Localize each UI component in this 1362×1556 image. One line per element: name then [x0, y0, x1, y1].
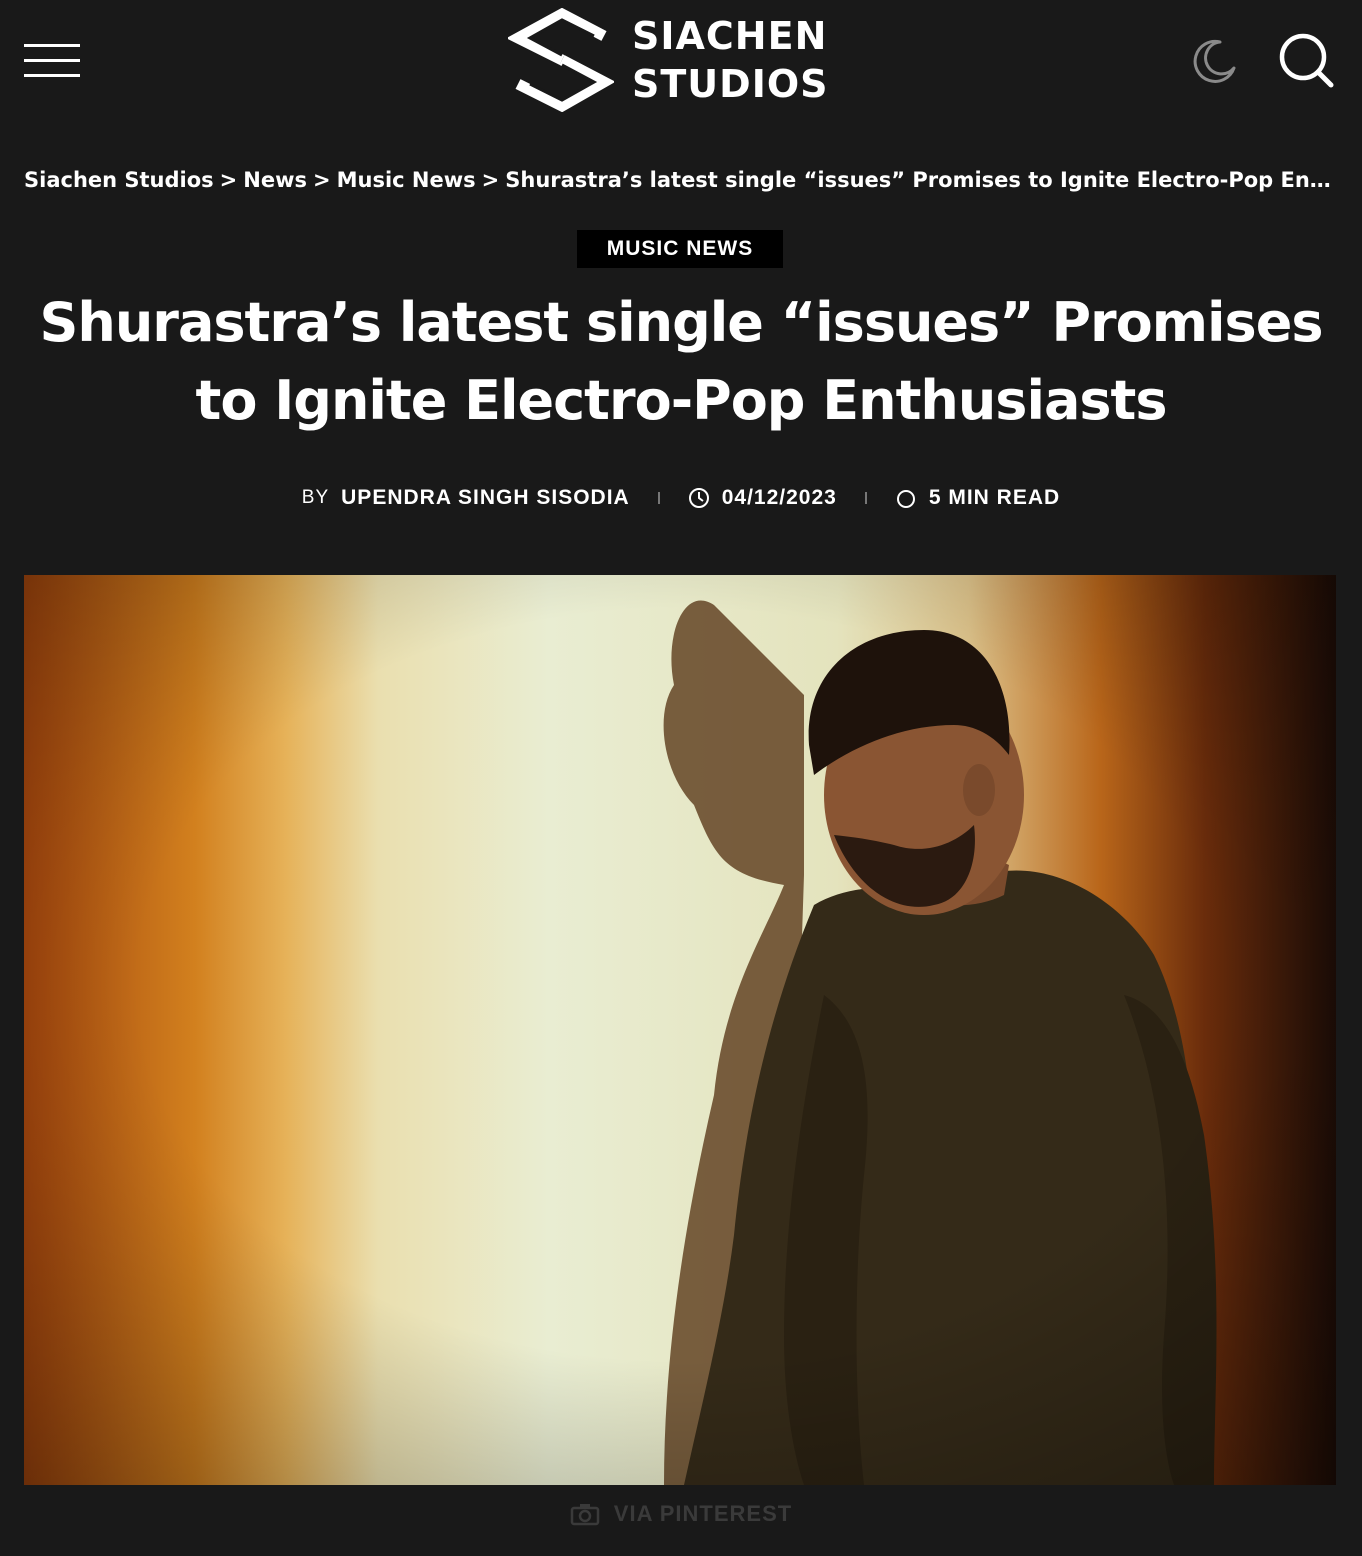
breadcrumb-music-news[interactable]: Music News	[337, 168, 476, 192]
article-page: SIACHEN STUDIOS Siachen Studios > News > Mus…	[0, 0, 1362, 1556]
breadcrumb-separator: >	[313, 168, 331, 192]
author-link[interactable]: UPENDRA SINGH SISODIA	[341, 486, 630, 510]
featured-image	[24, 575, 1336, 1485]
camera-icon	[570, 1504, 600, 1526]
by-label: BY	[301, 487, 330, 508]
breadcrumb-separator: >	[481, 168, 500, 192]
meta-divider	[657, 492, 660, 504]
site-logo[interactable]: SIACHEN STUDIOS	[508, 8, 854, 112]
meta-divider	[864, 492, 867, 504]
logo-line-2: STUDIOS	[632, 62, 829, 106]
search-icon[interactable]	[1278, 32, 1334, 88]
breadcrumb-home[interactable]: Siachen Studios	[24, 168, 214, 192]
read-time: 5 MIN READ	[928, 486, 1061, 509]
breadcrumb: Siachen Studios > News > Music News > Shurastr…	[24, 164, 1338, 196]
category-badge[interactable]: MUSIC NEWS	[577, 230, 783, 268]
publish-date: 04/12/2023	[721, 486, 837, 509]
article-meta: BY UPENDRA SINGH SISODIA 04/12/2023 5 MI…	[0, 480, 1362, 516]
breadcrumb-separator: >	[219, 168, 238, 192]
hamburger-menu-icon[interactable]	[24, 44, 80, 78]
logo-wordmark: SIACHEN STUDIOS	[632, 12, 829, 108]
logo-mark-icon	[508, 8, 614, 112]
read-time-icon	[896, 490, 915, 508]
image-caption: VIA PINTEREST	[0, 1496, 1362, 1532]
article-title: Shurastra’s latest single “issues” Promi…	[39, 291, 1324, 432]
featured-photo	[24, 575, 1336, 1485]
caption-text: VIA PINTEREST	[613, 1501, 793, 1526]
logo-line-1: SIACHEN	[632, 14, 828, 58]
moon-icon[interactable]	[1190, 36, 1238, 84]
breadcrumb-current: Shurastra’s latest single “issues” Promi…	[505, 168, 1338, 192]
clock-icon	[688, 488, 709, 508]
site-header: SIACHEN STUDIOS	[0, 0, 1362, 124]
breadcrumb-news[interactable]: News	[243, 168, 307, 192]
